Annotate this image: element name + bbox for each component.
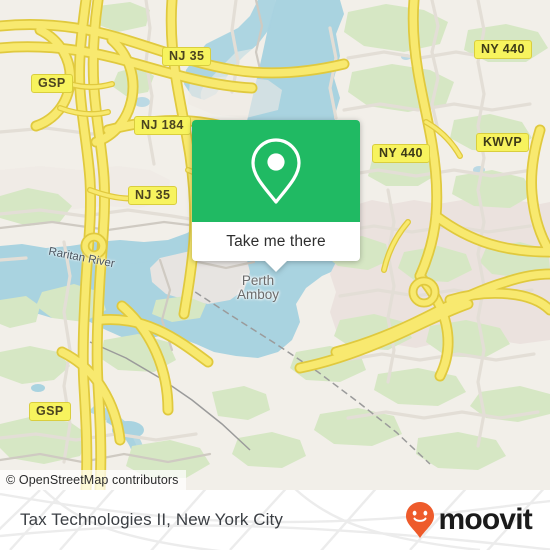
- place-label-perth-amboy: Perth Amboy: [222, 274, 294, 302]
- footer-bar: Tax Technologies II, New York City moovi…: [0, 490, 550, 550]
- take-me-there-label: Take me there: [226, 232, 326, 250]
- page-title: Tax Technologies II, New York City: [20, 510, 283, 529]
- take-me-there-callout[interactable]: Take me there: [192, 120, 360, 272]
- moovit-pin-smiley-icon: [406, 502, 435, 538]
- shield-kwvp: KWVP: [476, 133, 530, 153]
- shield-nj-35-south: NJ 35: [128, 186, 178, 206]
- callout-action-bar[interactable]: Take me there: [192, 222, 360, 272]
- shield-ny-440-north: NY 440: [474, 40, 532, 60]
- callout-pointer-tail: [265, 261, 287, 272]
- moovit-brand[interactable]: moovit: [405, 490, 533, 550]
- callout-icon-panel: [192, 120, 360, 222]
- place-label-line1: Perth: [241, 273, 275, 288]
- place-label-line2: Amboy: [236, 287, 280, 302]
- osm-attribution[interactable]: © OpenStreetMap contributors: [0, 470, 186, 490]
- shield-ny-440-west: NY 440: [372, 144, 430, 164]
- shield-nj-35-north: NJ 35: [162, 47, 212, 67]
- map-pin-icon: [251, 138, 301, 204]
- moovit-map-screenshot: Perth Amboy Raritan River GSP NJ 35 NJ 1…: [0, 0, 550, 550]
- shield-gsp-south: GSP: [29, 402, 71, 422]
- shield-nj-184: NJ 184: [134, 116, 191, 136]
- moovit-wordmark: moovit: [438, 503, 532, 536]
- shield-gsp-north: GSP: [31, 74, 73, 94]
